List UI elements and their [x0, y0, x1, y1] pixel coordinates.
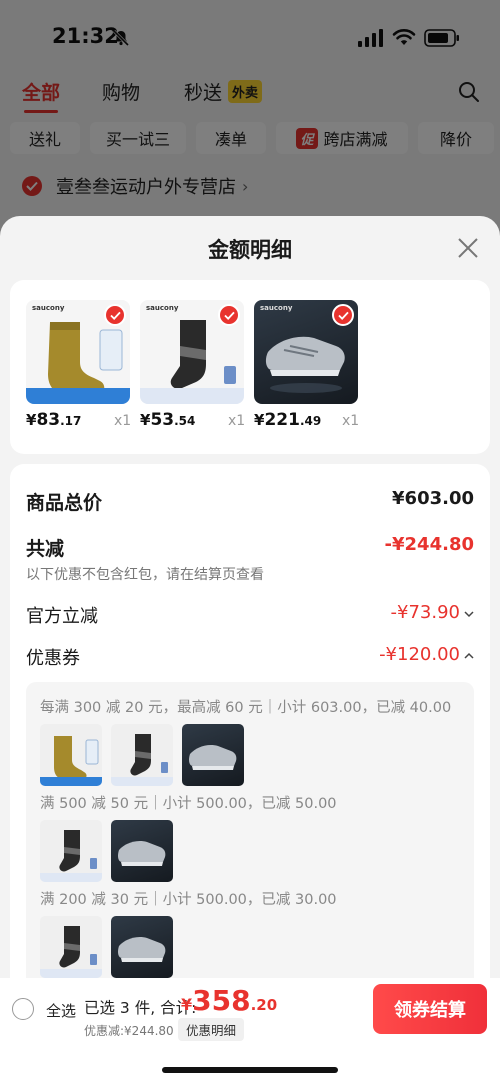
official-discount-label: 官方立减 [26, 606, 98, 627]
product-price: ¥83.17 [26, 410, 82, 430]
checkout-bar: 全选 已选 3 件, 合计: ¥358.20 优惠减:¥244.80 优惠明细 … [0, 978, 500, 1083]
coupon-label: 优惠券 [26, 648, 80, 669]
product-qty: x1 [228, 413, 246, 429]
promo-strip [26, 388, 130, 404]
product-item[interactable]: saucony ¥83.17 x1 [26, 300, 132, 434]
checked-icon[interactable] [332, 304, 354, 326]
mini-image-shoe-silver [111, 916, 173, 978]
product-price: ¥53.54 [140, 410, 196, 430]
mini-image-sock-yellow [40, 724, 102, 786]
amount-detail-sheet: 金额明细 saucony ¥83.17 x1 saucony ¥53.54 x1… [0, 216, 500, 1083]
mini-image-sock-black [111, 724, 173, 786]
product-qty: x1 [114, 413, 132, 429]
reduce-note: 以下优惠不包含红包，请在结算页查看 [26, 567, 264, 583]
coupon-value: -¥120.00 [379, 644, 460, 665]
products-card: saucony ¥83.17 x1 saucony ¥53.54 x1 sauc… [10, 280, 490, 454]
checkout-button[interactable]: 领券结算 [373, 984, 487, 1034]
mini-image-sock-black [40, 820, 102, 882]
total-price-value: ¥603.00 [392, 488, 474, 509]
product-price: ¥221.49 [254, 410, 322, 430]
product-item[interactable]: saucony ¥221.49 x1 [254, 300, 360, 434]
select-all-label[interactable]: 全选 [46, 1000, 76, 1021]
product-image-sock-yellow: saucony [26, 300, 130, 404]
total-amount: ¥358.20 [181, 984, 278, 1017]
coupon-rule-text: 每满 300 减 20 元，最高减 60 元｜小计 603.00，已减 40.0… [40, 700, 452, 716]
close-icon[interactable] [456, 236, 480, 260]
selected-count-text: 已选 3 件, 合计: [84, 999, 197, 1017]
official-discount-value: -¥73.90 [390, 602, 460, 623]
total-price-label: 商品总价 [26, 492, 103, 514]
checked-icon[interactable] [104, 304, 126, 326]
mini-image-shoe-silver [111, 820, 173, 882]
chevron-up-icon [464, 652, 474, 659]
discount-detail-button[interactable]: 优惠明细 [178, 1018, 245, 1041]
sheet-title: 金额明细 [208, 238, 292, 262]
checked-icon[interactable] [218, 304, 240, 326]
discount-summary: 优惠减:¥244.80 [84, 1024, 174, 1038]
chevron-down-icon [464, 611, 474, 618]
product-image-shoe-silver: saucony [254, 300, 358, 404]
total-reduce-value: -¥244.80 [384, 534, 474, 555]
product-item[interactable]: saucony ¥53.54 x1 [140, 300, 246, 434]
coupon-rule-text: 满 200 减 30 元｜小计 500.00，已减 30.00 [40, 892, 337, 908]
checkout-button-label: 领券结算 [394, 1000, 466, 1021]
coupon-rule-text: 满 500 减 50 元｜小计 500.00，已减 50.00 [40, 796, 337, 812]
promo-strip [140, 388, 244, 404]
product-qty: x1 [342, 413, 360, 429]
product-image-sock-black: saucony [140, 300, 244, 404]
select-all-radio[interactable] [12, 998, 34, 1020]
mini-image-sock-black [40, 916, 102, 978]
home-indicator [162, 1067, 338, 1073]
mini-image-shoe-silver [182, 724, 244, 786]
total-reduce-label: 共减 [26, 538, 65, 560]
